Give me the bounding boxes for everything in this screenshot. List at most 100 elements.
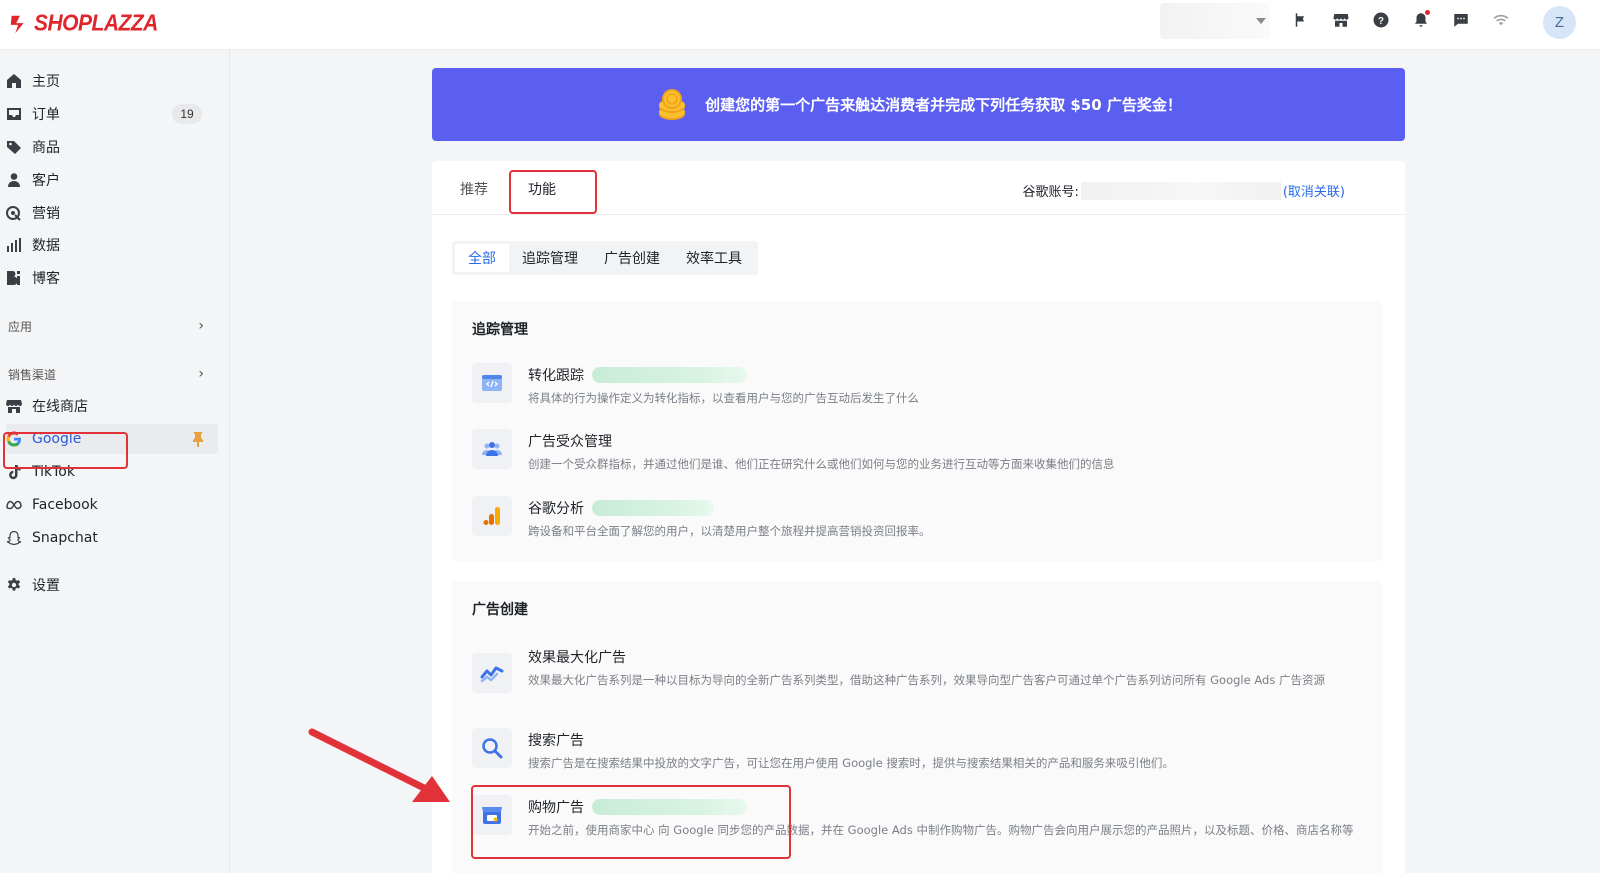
feature-description: 搜索广告是在搜索结果中投放的文字广告，可让您在用户使用 Google 搜索时，提… xyxy=(528,756,1174,770)
search-icon xyxy=(472,728,512,768)
sidebar-item-label: 设置 xyxy=(32,578,60,594)
feature-description: 开始之前，使用商家中心 向 Google 同步您的产品数据，并在 Google … xyxy=(528,823,1354,837)
chevron-down-icon[interactable] xyxy=(1256,18,1266,24)
sidebar-item-label: Facebook xyxy=(32,497,98,513)
sidebar-item-label: TikTok xyxy=(32,464,75,480)
sidebar-item-customers[interactable]: 客户 xyxy=(6,165,218,195)
sidebar-item-products[interactable]: 商品 xyxy=(6,132,218,162)
sidebar-item-label: 订单 xyxy=(32,107,60,123)
shoplazza-logo-icon xyxy=(10,15,24,34)
feature-performance-max[interactable]: 效果最大化广告 效果最大化广告系列是一种以目标为导向的全新广告系列类型，借助这种… xyxy=(472,645,1362,705)
group-title: 广告创建 xyxy=(472,602,528,618)
feature-title-text: 搜索广告 xyxy=(528,733,584,749)
feature-description: 将具体的行为操作定义为转化指标，以查看用户与您的广告互动后发生了什么 xyxy=(528,391,919,405)
features-card: 推荐 功能 谷歌账号: (取消关联) 全部 追踪管理 广告创建 效率工具 追踪管… xyxy=(432,161,1405,873)
feature-search-ads[interactable]: 搜索广告 搜索广告是在搜索结果中投放的文字广告，可让您在用户使用 Google … xyxy=(472,728,1362,778)
performance-max-icon xyxy=(472,653,512,693)
sidebar-item-orders[interactable]: 订单 19 xyxy=(6,99,218,129)
bar-chart-icon xyxy=(6,237,22,253)
feature-title: 谷歌分析 xyxy=(528,498,714,518)
marketing-icon xyxy=(6,205,22,221)
sidebar-item-label: 营销 xyxy=(32,206,60,222)
audience-icon xyxy=(472,429,512,469)
brand-logo[interactable]: SHOPLAZZA xyxy=(8,9,158,39)
sidebar-item-home[interactable]: 主页 xyxy=(6,66,218,96)
status-pill xyxy=(592,500,714,516)
sidebar-item-google[interactable]: Google xyxy=(6,424,218,454)
feature-shopping-ads[interactable]: 购物广告 开始之前，使用商家中心 向 Google 同步您的产品数据，并在 Go… xyxy=(472,795,1362,855)
sidebar-item-marketing[interactable]: 营销 xyxy=(6,198,218,228)
filter-tracking[interactable]: 追踪管理 xyxy=(509,244,591,272)
group-ad-creation: 广告创建 效果最大化广告 效果最大化广告系列是一种以目标为导向的全新广告系列类型… xyxy=(452,581,1383,873)
wifi-icon[interactable] xyxy=(1490,9,1512,31)
sidebar-item-online-store[interactable]: 在线商店 xyxy=(6,391,218,421)
feature-description: 创建一个受众群指标，并通过他们是谁、他们正在研究什么或他们如何与您的业务进行互动… xyxy=(528,457,1115,471)
blog-icon xyxy=(6,270,22,286)
sidebar-item-label: 在线商店 xyxy=(32,399,88,415)
chat-icon[interactable] xyxy=(1450,9,1472,31)
chevron-right-icon: › xyxy=(198,318,204,334)
feature-description: 跨设备和平台全面了解您的用户，以清楚用户整个旅程并提高营销投资回报率。 xyxy=(528,524,931,538)
tabs-header: 推荐 功能 谷歌账号: (取消关联) xyxy=(432,161,1405,215)
snapchat-icon xyxy=(6,530,22,546)
section-label: 应用 xyxy=(8,319,33,334)
pin-icon[interactable] xyxy=(192,431,204,447)
gear-icon xyxy=(6,577,22,593)
flag-icon[interactable] xyxy=(1290,9,1312,31)
bell-icon[interactable] xyxy=(1410,9,1432,31)
brand-name: SHOPLAZZA xyxy=(34,10,158,37)
sidebar-item-analytics[interactable]: 数据 xyxy=(6,230,218,260)
account-label: 谷歌账号: xyxy=(1022,185,1079,200)
sidebar-item-tiktok[interactable]: TikTok xyxy=(6,457,218,487)
filter-ad-creation[interactable]: 广告创建 xyxy=(591,244,673,272)
sidebar-item-label: 博客 xyxy=(32,271,60,287)
feature-title: 广告受众管理 xyxy=(528,431,612,451)
feature-title: 效果最大化广告 xyxy=(528,647,626,667)
avatar[interactable]: Z xyxy=(1543,6,1576,39)
category-filter: 全部 追踪管理 广告创建 效率工具 xyxy=(452,241,758,275)
sidebar-item-label: 客户 xyxy=(32,173,60,189)
promo-banner[interactable]: 创建您的第一个广告来触达消费者并完成下列任务获取 $50 广告奖金！ xyxy=(432,68,1405,141)
analytics-icon xyxy=(472,496,512,536)
filter-efficiency-tools[interactable]: 效率工具 xyxy=(673,244,755,272)
sidebar-item-snapchat[interactable]: Snapchat xyxy=(6,523,218,553)
sidebar-section-apps[interactable]: 应用 › xyxy=(8,316,214,336)
feature-title-text: 效果最大化广告 xyxy=(528,650,626,666)
section-label: 销售渠道 xyxy=(8,367,57,382)
help-icon[interactable]: ? xyxy=(1370,9,1392,31)
sidebar-section-channels[interactable]: 销售渠道 › xyxy=(8,364,214,384)
tiktok-icon xyxy=(6,464,22,480)
store-icon[interactable] xyxy=(1330,9,1352,31)
sidebar-item-facebook[interactable]: Facebook xyxy=(6,490,218,520)
sidebar-item-label: 商品 xyxy=(32,140,60,156)
feature-conversion-tracking[interactable]: 转化跟踪 将具体的行为操作定义为转化指标，以查看用户与您的广告互动后发生了什么 xyxy=(472,363,1362,413)
sidebar-item-label: 主页 xyxy=(32,74,60,90)
group-tracking: 追踪管理 转化跟踪 将具体的行为操作定义为转化指标，以查看用户与您的广告互动后发… xyxy=(452,301,1383,561)
sidebar-item-settings[interactable]: 设置 xyxy=(6,570,218,600)
store-selector[interactable] xyxy=(1160,3,1270,39)
feature-title: 搜索广告 xyxy=(528,730,584,750)
sidebar-item-blog[interactable]: 博客 xyxy=(6,263,218,293)
feature-title-text: 谷歌分析 xyxy=(528,501,584,517)
sidebar-item-label: Google xyxy=(32,431,82,447)
store-icon xyxy=(6,398,22,414)
unlink-account-link[interactable]: (取消关联) xyxy=(1283,181,1345,200)
feature-title-text: 广告受众管理 xyxy=(528,434,612,450)
orders-count-badge: 19 xyxy=(172,104,202,124)
sidebar: 主页 订单 19 商品 客户 营销 数据 博客 应用 › 销售渠道 › 在线商店… xyxy=(0,50,230,873)
feature-description: 效果最大化广告系列是一种以目标为导向的全新广告系列类型，借助这种广告系列，效果导… xyxy=(528,673,1325,687)
feature-title: 购物广告 xyxy=(528,797,747,817)
feature-title-text: 购物广告 xyxy=(528,800,584,816)
feature-audience-management[interactable]: 广告受众管理 创建一个受众群指标，并通过他们是谁、他们正在研究什么或他们如何与您… xyxy=(472,429,1362,479)
status-pill xyxy=(592,799,747,815)
tag-icon xyxy=(6,139,22,155)
tab-recommended[interactable]: 推荐 xyxy=(460,179,488,199)
meta-icon xyxy=(6,497,22,513)
feature-google-analytics[interactable]: 谷歌分析 跨设备和平台全面了解您的用户，以清楚用户整个旅程并提高营销投资回报率。 xyxy=(472,496,1362,546)
filter-all[interactable]: 全部 xyxy=(455,244,509,272)
banner-text: 创建您的第一个广告来触达消费者并完成下列任务获取 $50 广告奖金！ xyxy=(705,96,1182,114)
tab-features[interactable]: 功能 xyxy=(528,179,556,199)
person-icon xyxy=(6,172,22,188)
code-browser-icon xyxy=(472,363,512,403)
inbox-icon xyxy=(6,106,22,122)
